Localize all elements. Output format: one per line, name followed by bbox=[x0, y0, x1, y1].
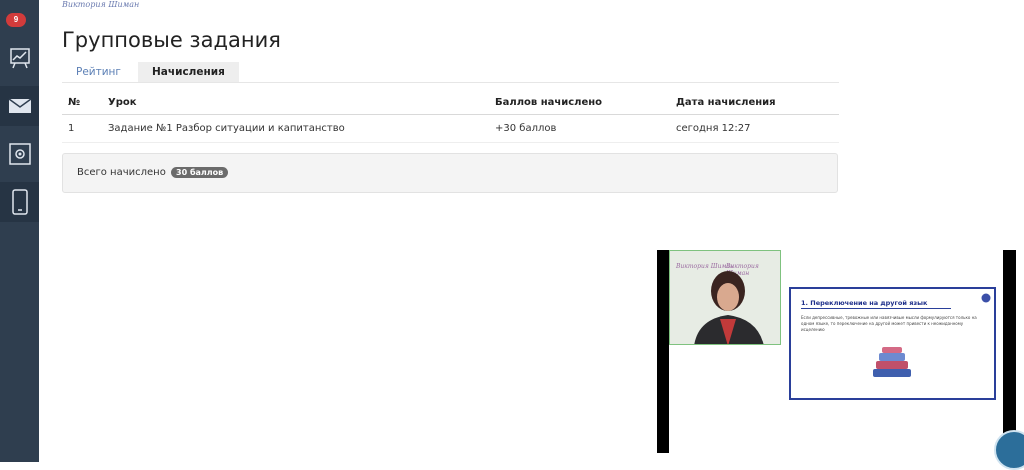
sidebar-item-chart[interactable] bbox=[0, 38, 39, 78]
slide-logo-icon bbox=[981, 293, 991, 303]
summary-panel: Всего начислено 30 баллов bbox=[62, 153, 838, 193]
settings-icon bbox=[8, 143, 31, 165]
sidebar-item-settings[interactable] bbox=[0, 134, 39, 174]
column-header-lesson: Урок bbox=[102, 90, 489, 115]
accruals-table: № Урок Баллов начислено Дата начисления … bbox=[62, 90, 839, 143]
row-date: сегодня 12:27 bbox=[670, 114, 839, 143]
webcam-feed: Виктория Шиман Виктория Шиман bbox=[669, 250, 781, 345]
row-points: +30 баллов bbox=[489, 114, 670, 143]
sidebar-fill bbox=[0, 226, 39, 462]
table-row: 1 Задание №1 Разбор ситуации и капитанст… bbox=[62, 114, 839, 143]
presentation-slide: 1. Переключение на другой язык Если депр… bbox=[789, 287, 996, 400]
row-lesson: Задание №1 Разбор ситуации и капитанство bbox=[102, 114, 489, 143]
sidebar: 9 bbox=[0, 0, 39, 462]
summary-label: Всего начислено bbox=[77, 167, 166, 178]
column-header-number: № bbox=[62, 90, 102, 115]
video-player[interactable]: Виктория Шиман Виктория Шиман 1. Переклю… bbox=[657, 250, 1016, 453]
chart-icon bbox=[9, 48, 30, 69]
table-header-row: № Урок Баллов начислено Дата начисления bbox=[62, 90, 839, 115]
slide-divider bbox=[801, 308, 951, 309]
brand-logo[interactable]: Виктория Шиман bbox=[62, 0, 139, 9]
summary-text: Всего начислено 30 баллов bbox=[77, 167, 229, 178]
column-header-points: Баллов начислено bbox=[489, 90, 670, 115]
phone-icon bbox=[11, 189, 28, 215]
notification-badge[interactable]: 9 bbox=[6, 13, 26, 27]
books-illustration bbox=[873, 347, 911, 377]
tab-accruals[interactable]: Начисления bbox=[138, 62, 239, 82]
sidebar-item-mail[interactable] bbox=[0, 86, 39, 126]
mail-icon bbox=[8, 98, 31, 113]
row-number: 1 bbox=[62, 114, 102, 143]
column-header-date: Дата начисления bbox=[670, 90, 839, 115]
presenter-image bbox=[694, 271, 764, 344]
slide-text: Если депрессивные, тревожные или навязчи… bbox=[801, 315, 977, 332]
chat-button[interactable] bbox=[994, 430, 1024, 470]
slide-title: 1. Переключение на другой язык bbox=[801, 299, 928, 307]
tab-bar: Рейтинг Начисления bbox=[62, 62, 839, 83]
tab-rating[interactable]: Рейтинг bbox=[62, 62, 135, 82]
total-points-badge: 30 баллов bbox=[171, 167, 229, 178]
page-title: Групповые задания bbox=[62, 28, 281, 52]
sidebar-item-phone[interactable] bbox=[0, 182, 39, 222]
